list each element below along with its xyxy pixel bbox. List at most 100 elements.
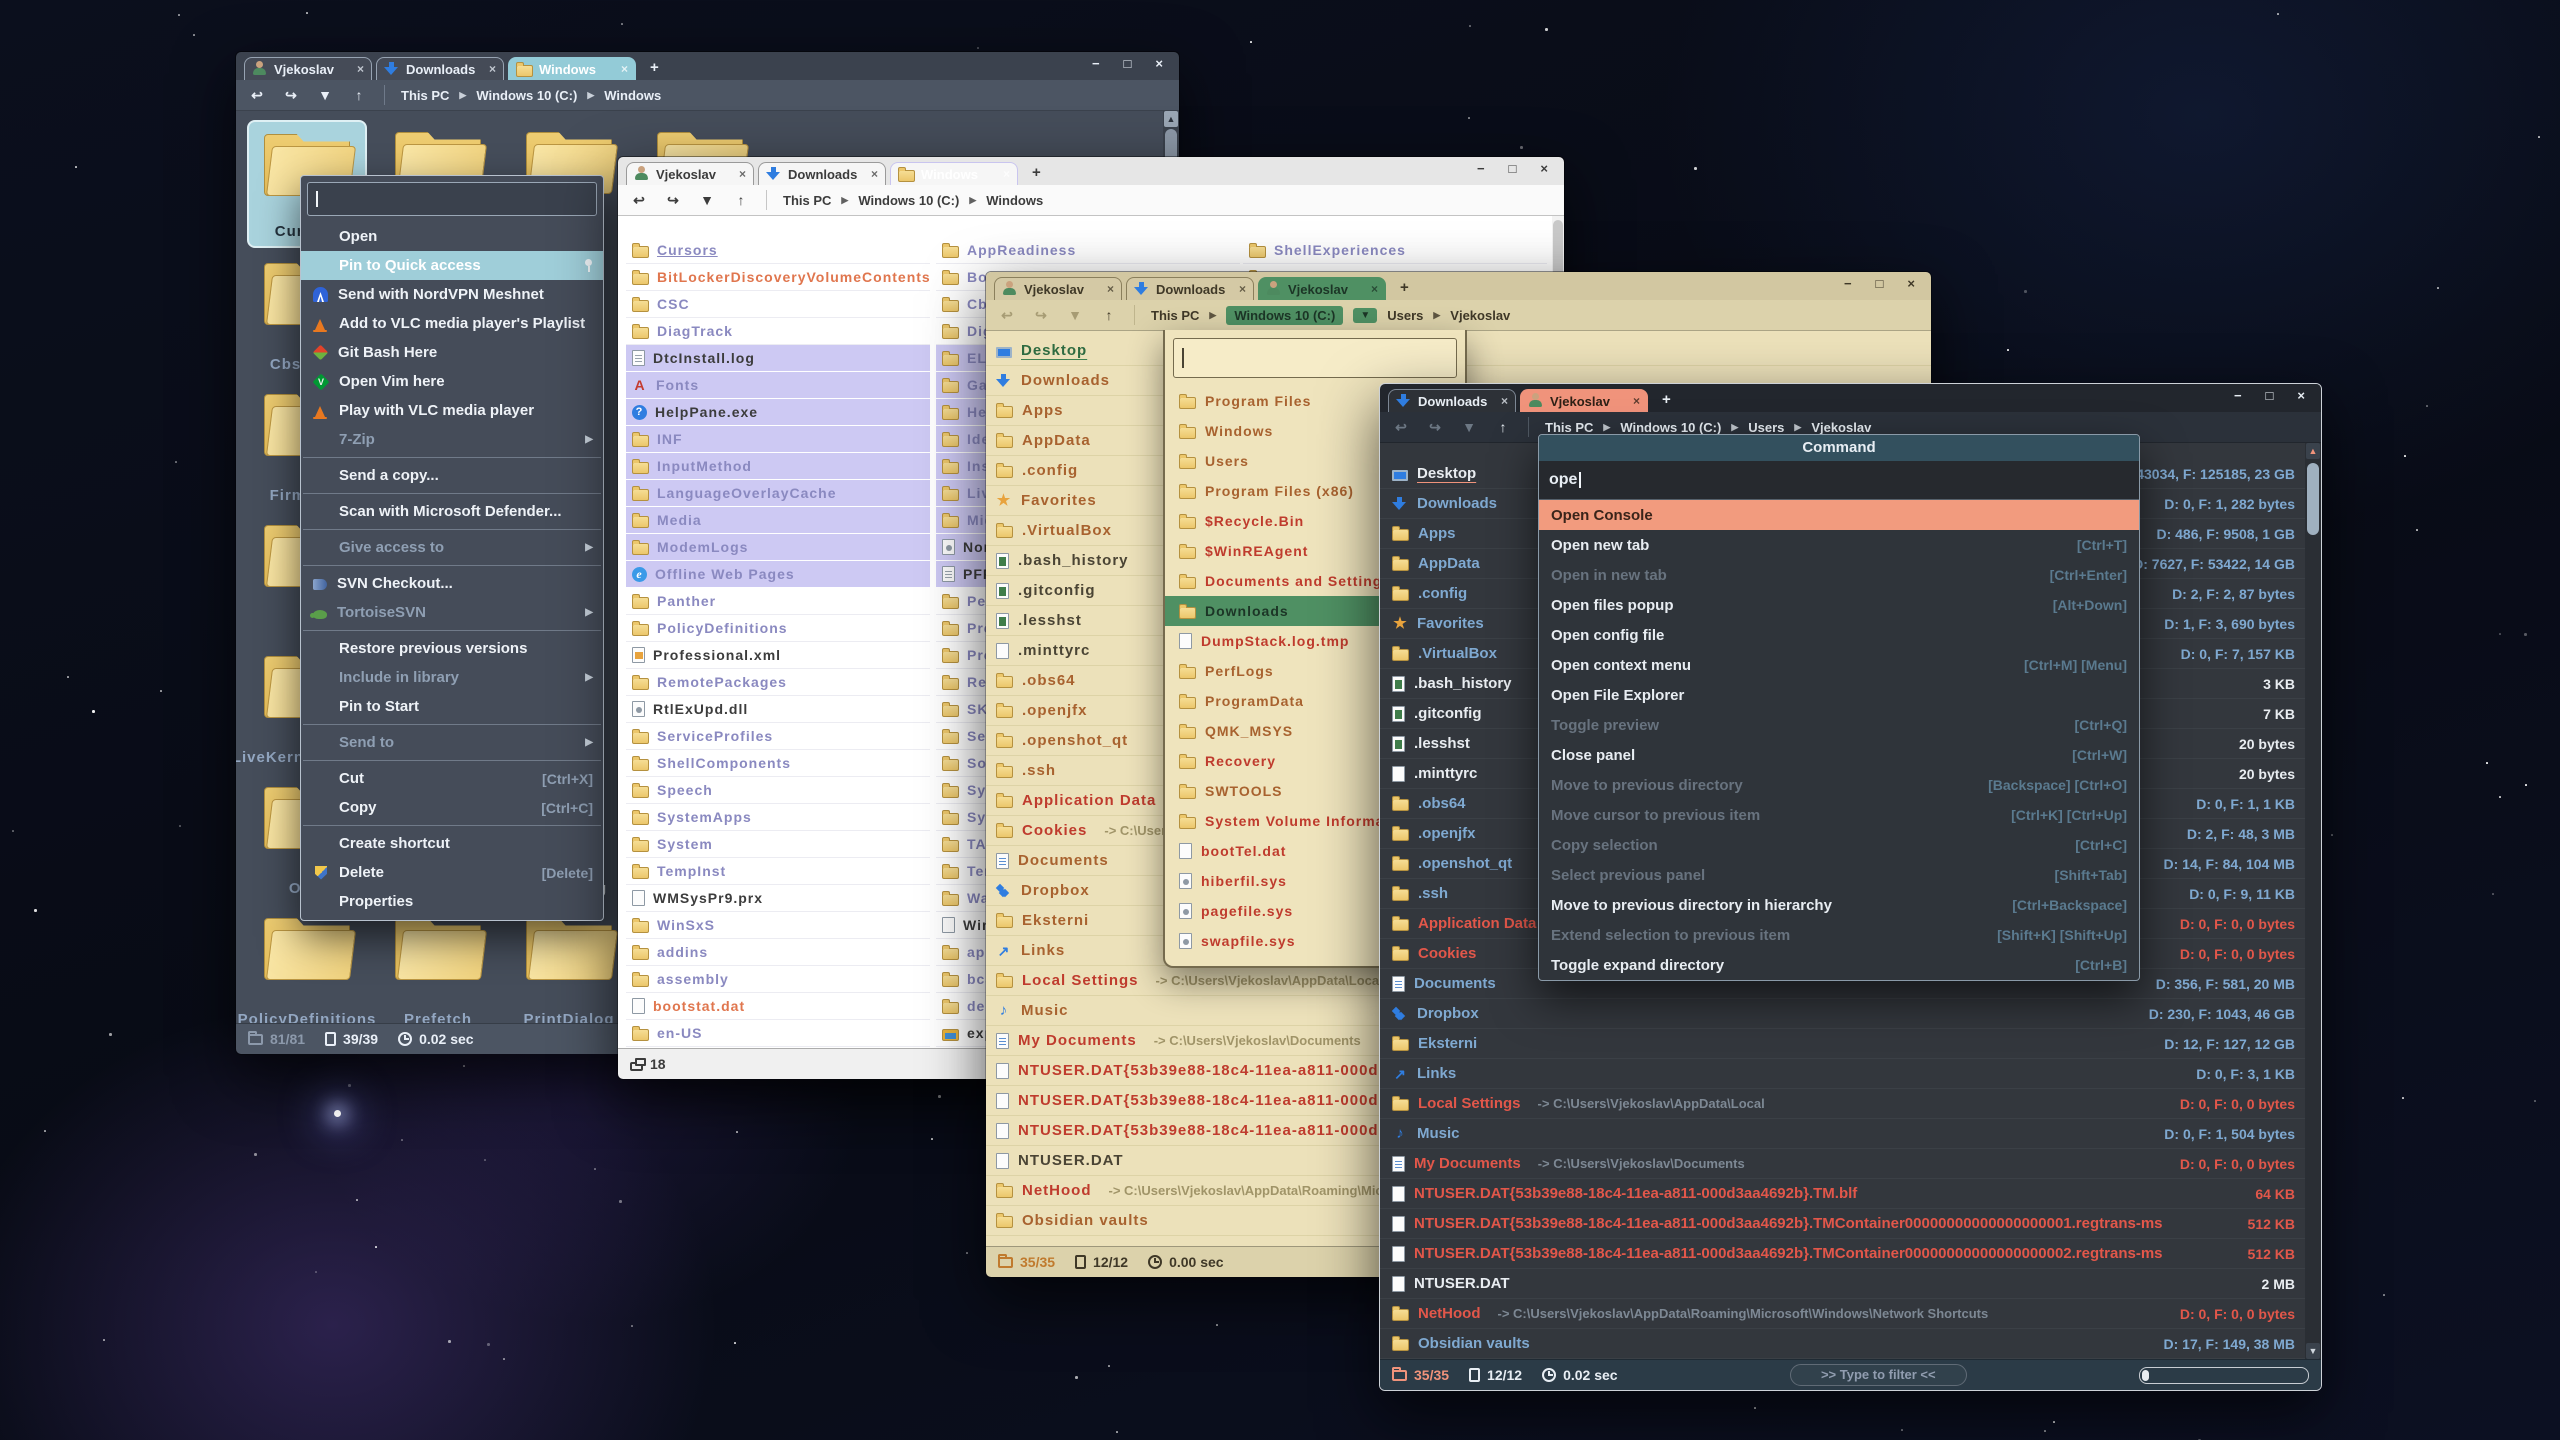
file-row-bootstat-dat[interactable]: bootstat.dat [626,993,930,1020]
minimize-button[interactable]: − [1844,276,1852,291]
tab-downloads[interactable]: Downloads× [1388,389,1516,412]
palette-item-move-to-previous-directory[interactable]: Move to previous directory[Backspace] [C… [1539,770,2139,800]
palette-item-open-file-explorer[interactable]: Open File Explorer [1539,680,2139,710]
forward-button[interactable]: ↪ [1426,419,1444,436]
menu-item-give-access-to[interactable]: Give access to▶ [301,533,603,562]
close-tab-icon[interactable]: × [739,167,746,181]
scroll-down-icon[interactable]: ▼ [2306,1343,2320,1359]
file-row-assembly[interactable]: assembly [626,966,930,993]
file-row-ntuser-dat[interactable]: NTUSER.DAT2 MB [1380,1269,2321,1299]
command-palette[interactable]: CommandopeOpen ConsoleOpen new tab[Ctrl+… [1538,434,2140,981]
breadcrumb-item-windows-10-c[interactable]: Windows 10 (C:) [1620,420,1721,435]
breadcrumb-item-vjekoslav[interactable]: Vjekoslav [1811,420,1871,435]
file-row-policydefinitions[interactable]: PolicyDefinitions [626,615,930,642]
new-tab-button[interactable]: + [1400,279,1409,296]
menu-item-git-bash-here[interactable]: Git Bash Here [301,338,603,367]
close-button[interactable]: × [2297,388,2305,403]
file-row-serviceprofiles[interactable]: ServiceProfiles [626,723,930,750]
palette-item-move-to-previous-directory-in-hierarchy[interactable]: Move to previous directory in hierarchy[… [1539,890,2139,920]
file-row-offline-web-pages[interactable]: Offline Web Pages [626,561,930,588]
close-button[interactable]: × [1155,56,1163,71]
file-row-shellexperiences[interactable]: ShellExperiences [1243,237,1547,264]
file-row-panther[interactable]: Panther [626,588,930,615]
new-tab-button[interactable]: + [650,59,659,76]
file-row-music[interactable]: MusicD: 0, F: 1, 504 bytes [1380,1119,2321,1149]
menu-item-add-to-vlc-media-player-s-playlist[interactable]: Add to VLC media player's Playlist [301,309,603,338]
file-row-media[interactable]: Media [626,507,930,534]
close-tab-icon[interactable]: × [871,167,878,181]
tab-windows[interactable]: Windows× [890,162,1018,185]
up-button[interactable]: ↑ [1100,307,1118,323]
file-row-nethood[interactable]: NetHood-> C:\Users\Vjekoslav\AppData\Roa… [1380,1299,2321,1329]
breadcrumb-item-windows-10-c[interactable]: Windows 10 (C:) [858,193,959,208]
menu-item-create-shortcut[interactable]: Create shortcut [301,829,603,858]
file-row-csc[interactable]: CSC [626,291,930,318]
breadcrumb-item-windows[interactable]: Windows [604,88,661,103]
palette-item-toggle-expand-directory[interactable]: Toggle expand directory[Ctrl+B] [1539,950,2139,980]
close-tab-icon[interactable]: × [1371,282,1378,296]
file-row-obsidian-vaults[interactable]: Obsidian vaultsD: 17, F: 149, 38 MB [1380,1329,2321,1359]
close-tab-icon[interactable]: × [1107,282,1114,296]
breadcrumb-item-windows[interactable]: Windows [986,193,1043,208]
scroll-up-icon[interactable]: ▲ [2306,443,2320,459]
titlebar[interactable]: Vjekoslav×Downloads×Windows×+−□× [236,52,1179,80]
maximize-button[interactable]: □ [1124,56,1132,71]
file-row-fonts[interactable]: Fonts [626,372,930,399]
palette-query-input[interactable]: ope [1539,461,2139,500]
menu-item-send-to[interactable]: Send to▶ [301,728,603,757]
file-row-tempinst[interactable]: TempInst [626,858,930,885]
file-row-links[interactable]: LinksD: 0, F: 3, 1 KB [1380,1059,2321,1089]
palette-item-extend-selection-to-previous-item[interactable]: Extend selection to previous item[Shift+… [1539,920,2139,950]
scroll-thumb[interactable] [2307,463,2319,535]
history-dropdown-button[interactable]: ▼ [698,192,716,208]
menu-item-copy[interactable]: Copy[Ctrl+C] [301,793,603,822]
file-row-appreadiness[interactable]: AppReadiness [936,237,1240,264]
breadcrumb-item-users[interactable]: Users [1748,420,1784,435]
file-row-diagtrack[interactable]: DiagTrack [626,318,930,345]
close-tab-icon[interactable]: × [489,62,496,76]
file-row-local-settings[interactable]: Local Settings-> C:\Users\Vjekoslav\AppD… [1380,1089,2321,1119]
file-row-professional-xml[interactable]: Professional.xml [626,642,930,669]
menu-item-delete[interactable]: Delete[Delete] [301,858,603,887]
menu-item-send-a-copy[interactable]: Send a copy... [301,461,603,490]
file-row-modemlogs[interactable]: ModemLogs [626,534,930,561]
grid-item-policydefinitions[interactable]: PolicyDefinitions [247,906,367,1023]
back-button[interactable]: ↩ [630,192,648,209]
file-row-ntuser-dat-53b39e88-18c4-11ea-a811-000d3aa4692b-tmcontainer00000000000000000001-regtrans-ms[interactable]: NTUSER.DAT{53b39e88-18c4-11ea-a811-000d3… [1380,1209,2321,1239]
forward-button[interactable]: ↪ [1032,307,1050,324]
file-row-winsxs[interactable]: WinSxS [626,912,930,939]
tab-vjekoslav[interactable]: Vjekoslav× [626,162,754,185]
maximize-button[interactable]: □ [1509,161,1517,176]
file-row-my-documents[interactable]: My Documents-> C:\Users\Vjekoslav\Docume… [1380,1149,2321,1179]
menu-item-include-in-library[interactable]: Include in library▶ [301,663,603,692]
palette-item-open-config-file[interactable]: Open config file [1539,620,2139,650]
close-button[interactable]: × [1907,276,1915,291]
tab-vjekoslav[interactable]: Vjekoslav× [1258,277,1386,300]
scrollbar[interactable]: ▲▼ [2305,443,2321,1359]
menu-item-open[interactable]: Open [301,222,603,251]
menu-item-send-with-nordvpn-meshnet[interactable]: Send with NordVPN Meshnet [301,280,603,309]
grid-item-printdialog[interactable]: PrintDialog [509,906,629,1023]
breadcrumb-item-this-pc[interactable]: This PC [783,193,831,208]
file-row-dtcinstall-log[interactable]: DtcInstall.log [626,345,930,372]
titlebar[interactable]: Vjekoslav×Downloads×Vjekoslav×+−□× [986,272,1931,300]
close-tab-icon[interactable]: × [1003,167,1010,181]
close-tab-icon[interactable]: × [621,62,628,76]
file-row-ntuser-dat-53b39e88-18c4-11ea-a811-000d3aa4692b-tm-blf[interactable]: NTUSER.DAT{53b39e88-18c4-11ea-a811-000d3… [1380,1179,2321,1209]
file-row-dropbox[interactable]: DropboxD: 230, F: 1043, 46 GB [1380,999,2321,1029]
palette-item-select-previous-panel[interactable]: Select previous panel[Shift+Tab] [1539,860,2139,890]
menu-item-tortoisesvn[interactable]: TortoiseSVN▶ [301,598,603,627]
menu-item-properties[interactable]: Properties [301,887,603,916]
palette-item-open-in-new-tab[interactable]: Open in new tab[Ctrl+Enter] [1539,560,2139,590]
breadcrumb-item-this-pc[interactable]: This PC [1545,420,1593,435]
tab-windows[interactable]: Windows× [508,57,636,80]
context-menu-filter-input[interactable] [307,182,597,216]
maximize-button[interactable]: □ [1876,276,1884,291]
file-row-en-us[interactable]: en-US [626,1020,930,1047]
minimize-button[interactable]: − [1477,161,1485,176]
close-button[interactable]: × [1540,161,1548,176]
file-row-rtlexupd-dll[interactable]: RtlExUpd.dll [626,696,930,723]
breadcrumb-item-windows-10-c[interactable]: Windows 10 (C:) [1226,306,1343,325]
titlebar[interactable]: Vjekoslav×Downloads×Windows×+−□× [618,157,1564,185]
tab-downloads[interactable]: Downloads× [758,162,886,185]
